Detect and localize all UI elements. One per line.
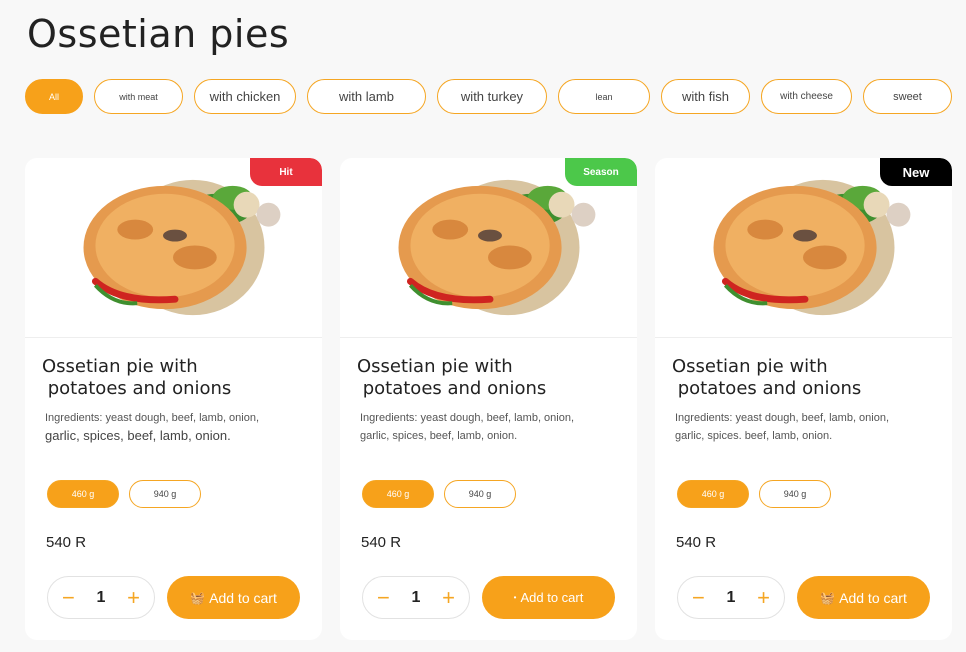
product-name-line1: Ossetian pie with [42, 356, 198, 377]
quantity-value: 1 [96, 588, 106, 606]
weight-options: 460 g 940 g [47, 480, 201, 508]
basket-icon: • [513, 593, 517, 602]
decrement-button[interactable]: − [377, 586, 390, 609]
product-name-line2: potatoes and onions [42, 378, 232, 399]
increment-button[interactable]: + [757, 586, 770, 609]
filter-with-turkey[interactable]: with turkey [437, 79, 547, 114]
ingredients-line2: garlic, spices, beef, lamb, onion. [360, 430, 518, 442]
weight-option-460[interactable]: 460 g [362, 480, 434, 508]
product-name-line1: Ossetian pie with [357, 356, 513, 377]
product-name-line2: potatoes and onions [672, 378, 862, 399]
quantity-value: 1 [411, 588, 421, 606]
increment-button[interactable]: + [127, 586, 140, 609]
basket-icon: 🧺 [820, 590, 836, 605]
increment-button[interactable]: + [442, 586, 455, 609]
product-price: 540 R [361, 534, 402, 551]
weight-option-940[interactable]: 940 g [759, 480, 831, 508]
product-card: Season Ossetian pie with potatoes and on… [340, 158, 637, 640]
filter-sweet[interactable]: sweet [863, 79, 952, 114]
add-to-cart-button[interactable]: 🧺 Add to cart [167, 576, 300, 619]
ingredients-line1: Ingredients: yeast dough, beef, lamb, on… [675, 412, 890, 424]
product-name[interactable]: Ossetian pie with potatoes and onions [42, 356, 302, 400]
ingredients-line1: Ingredients: yeast dough, beef, lamb, on… [360, 412, 575, 424]
basket-icon: 🧺 [190, 590, 206, 605]
page-title: Ossetian pies [27, 12, 290, 56]
filter-with-cheese[interactable]: with cheese [761, 79, 852, 114]
category-filters: All with meat with chicken with lamb wit… [25, 79, 952, 114]
ingredients-line2: garlic, spices, beef, lamb, onion. [45, 428, 231, 443]
badge-season: Season [565, 158, 637, 186]
product-name-line1: Ossetian pie with [672, 356, 828, 377]
ingredients-line1: Ingredients: yeast dough, beef, lamb, on… [45, 412, 260, 424]
product-name[interactable]: Ossetian pie with potatoes and onions [357, 356, 617, 400]
product-name[interactable]: Ossetian pie with potatoes and onions [672, 356, 932, 400]
decrement-button[interactable]: − [692, 586, 705, 609]
add-to-cart-button[interactable]: 🧺 Add to cart [797, 576, 930, 619]
filter-lean[interactable]: lean [558, 79, 650, 114]
product-name-line2: potatoes and onions [357, 378, 547, 399]
filter-with-lamb[interactable]: with lamb [307, 79, 426, 114]
weight-option-940[interactable]: 940 g [444, 480, 516, 508]
weight-option-460[interactable]: 460 g [677, 480, 749, 508]
add-to-cart-label: Add to cart [520, 590, 584, 605]
filter-with-fish[interactable]: with fish [661, 79, 750, 114]
quantity-stepper: − 1 + [362, 576, 470, 619]
badge-new: New [880, 158, 952, 186]
product-price: 540 R [46, 534, 87, 551]
product-price: 540 R [676, 534, 717, 551]
product-ingredients: Ingredients: yeast dough, beef, lamb, on… [45, 409, 303, 445]
filter-all[interactable]: All [25, 79, 83, 114]
decrement-button[interactable]: − [62, 586, 75, 609]
product-grid: Hit Ossetian pie with potatoes and onion… [25, 158, 952, 640]
filter-with-meat[interactable]: with meat [94, 79, 183, 114]
product-ingredients: Ingredients: yeast dough, beef, lamb, on… [675, 409, 933, 445]
quantity-stepper: − 1 + [47, 576, 155, 619]
quantity-stepper: − 1 + [677, 576, 785, 619]
quantity-value: 1 [726, 588, 736, 606]
add-to-cart-label: Add to cart [839, 589, 907, 606]
product-card: New Ossetian pie with potatoes and onion… [655, 158, 952, 640]
product-ingredients: Ingredients: yeast dough, beef, lamb, on… [360, 409, 618, 445]
add-to-cart-button[interactable]: • Add to cart [482, 576, 615, 619]
ingredients-line2: garlic, spices. beef, lamb, onion. [675, 430, 833, 442]
weight-options: 460 g 940 g [362, 480, 516, 508]
weight-options: 460 g 940 g [677, 480, 831, 508]
product-card: Hit Ossetian pie with potatoes and onion… [25, 158, 322, 640]
weight-option-460[interactable]: 460 g [47, 480, 119, 508]
badge-hit: Hit [250, 158, 322, 186]
add-to-cart-label: Add to cart [209, 589, 277, 606]
filter-with-chicken[interactable]: with chicken [194, 79, 296, 114]
weight-option-940[interactable]: 940 g [129, 480, 201, 508]
